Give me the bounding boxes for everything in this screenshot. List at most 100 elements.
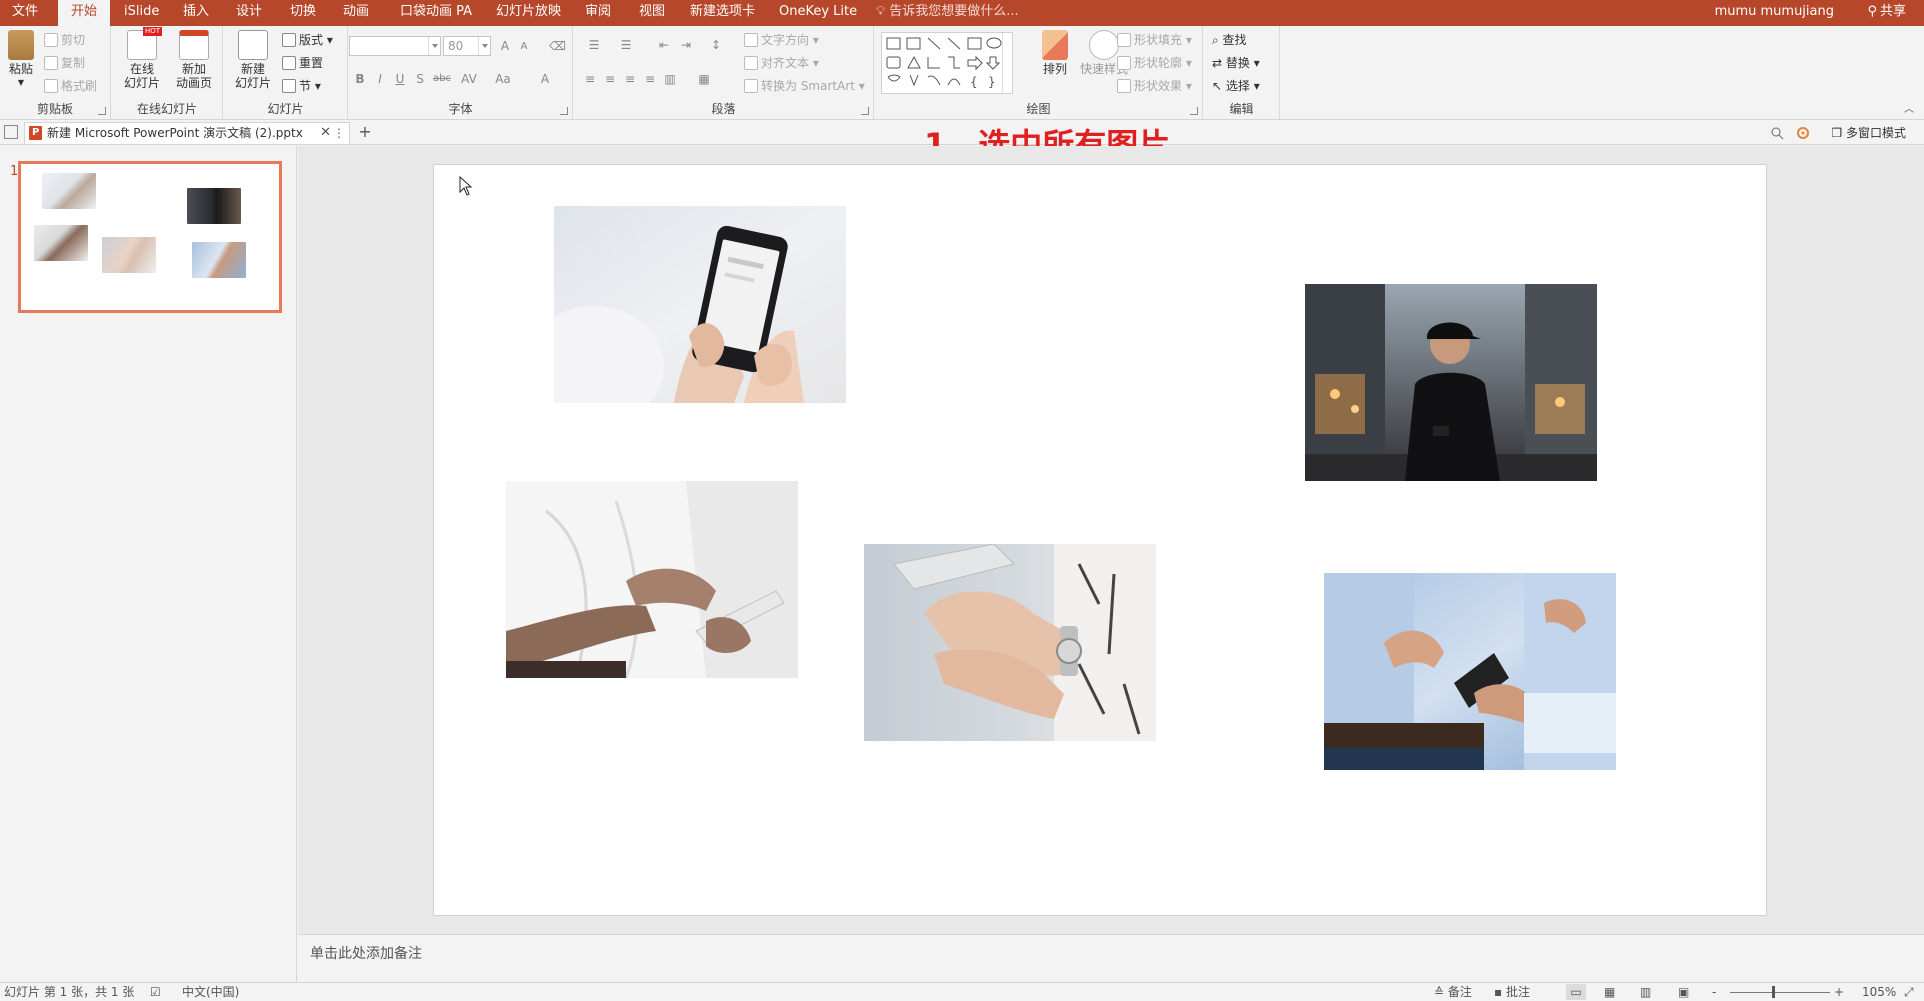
slide-image-1[interactable] (554, 206, 846, 403)
decrease-indent-icon[interactable]: ⇤ (654, 36, 674, 54)
new-animation-page-button[interactable]: 新加 动画页 (168, 30, 220, 90)
zoom-level[interactable]: 105% (1862, 984, 1896, 1000)
new-tab-button[interactable]: + (354, 122, 376, 144)
language-status[interactable]: 中文(中国) (182, 984, 239, 1000)
font-size-select[interactable]: 80 (443, 36, 491, 56)
lightbulb-icon: 💡︎ (876, 4, 886, 19)
slide-image-2[interactable] (1305, 284, 1597, 481)
font-name-select[interactable] (349, 36, 441, 56)
tab-onekey-lite[interactable]: OneKey Lite (779, 0, 857, 26)
tab-design[interactable]: 设计 (236, 0, 262, 26)
gallery-scroll[interactable] (1002, 33, 1012, 93)
tool-icon[interactable] (1770, 126, 1784, 140)
grow-font-button[interactable]: A (497, 37, 513, 55)
copy-button[interactable]: 复制 (44, 53, 85, 73)
bold-button[interactable]: B (353, 70, 367, 88)
align-text-button[interactable]: 对齐文本 ▾ (744, 53, 819, 73)
find-button[interactable]: ⌕ 查找 (1212, 30, 1247, 50)
gear-icon[interactable] (1796, 126, 1810, 140)
increase-indent-icon[interactable]: ⇥ (676, 36, 696, 54)
comments-toggle[interactable]: ▪ 批注 (1494, 984, 1530, 1000)
tab-home[interactable]: 开始 (58, 0, 110, 26)
tab-file[interactable]: 文件 (12, 0, 38, 26)
distribute-icon[interactable]: ▥ (662, 70, 678, 88)
numbering-icon[interactable]: ☰ (614, 36, 638, 54)
zoom-slider[interactable] (1730, 992, 1830, 993)
strikethrough-button[interactable]: abc (431, 70, 453, 88)
font-launcher-icon[interactable] (560, 107, 568, 115)
text-direction-button[interactable]: 文字方向 ▾ (744, 30, 819, 50)
tab-pocket-animation[interactable]: 口袋动画 PA (400, 0, 472, 26)
notes-placeholder: 单击此处添加备注 (310, 946, 422, 962)
share-button[interactable]: 共享 (1867, 0, 1906, 26)
clear-format-icon[interactable]: ⌫ (549, 37, 566, 55)
tab-insert[interactable]: 插入 (183, 0, 209, 26)
zoom-in-button[interactable]: + (1834, 984, 1844, 1000)
new-slide-button[interactable]: 新建 幻灯片 (228, 30, 278, 90)
shadow-button[interactable]: S (413, 70, 427, 88)
cut-button[interactable]: 剪切 (44, 30, 85, 50)
reset-button[interactable]: 重置 (282, 53, 323, 73)
user-name[interactable]: mumu mumujiang (1715, 0, 1834, 26)
notes-toggle[interactable]: ≙ 备注 (1434, 984, 1472, 1000)
more-icon[interactable]: ⋮ (333, 123, 345, 143)
tab-animations[interactable]: 动画 (343, 0, 369, 26)
slide-sorter-icon[interactable]: ▦ (1604, 984, 1615, 1000)
drawing-launcher-icon[interactable] (1190, 107, 1198, 115)
tab-transitions[interactable]: 切换 (290, 0, 316, 26)
shape-effects-button[interactable]: 形状效果 ▾ (1117, 76, 1192, 96)
collapse-ribbon-icon[interactable]: ︿ (1904, 100, 1914, 115)
tab-islide[interactable]: iSlide (124, 0, 159, 26)
zoom-out-button[interactable]: - (1712, 984, 1716, 1000)
arrange-button[interactable]: 排列 (1037, 30, 1073, 76)
slideshow-icon[interactable]: ▣ (1678, 984, 1689, 1000)
spellcheck-icon[interactable]: ☑ (150, 984, 161, 1000)
character-spacing-button[interactable]: AV (457, 70, 481, 88)
paragraph-launcher-icon[interactable] (861, 107, 869, 115)
clipboard-launcher-icon[interactable] (98, 107, 106, 115)
font-color-button[interactable]: A (537, 70, 553, 88)
tab-slideshow[interactable]: 幻灯片放映 (496, 0, 561, 26)
multi-window-mode-button[interactable]: 多窗口模式 (1831, 121, 1906, 145)
shape-outline-button[interactable]: 形状轮廓 ▾ (1117, 53, 1192, 73)
shrink-font-button[interactable]: A (517, 38, 531, 56)
justify-icon[interactable]: ≡ (642, 70, 658, 88)
select-button[interactable]: ↖ 选择 ▾ (1212, 76, 1260, 96)
document-tab[interactable]: 新建 Microsoft PowerPoint 演示文稿 (2).pptx ✕ … (24, 122, 350, 144)
align-center-icon[interactable]: ≡ (602, 70, 618, 88)
slide-image-4[interactable] (864, 544, 1156, 741)
ribbon: 粘贴 ▼ 剪切 复制 格式刷 剪贴板 HOT 在线 幻灯片 新加 动画页 在线幻… (0, 26, 1924, 120)
format-painter-button[interactable]: 格式刷 (44, 76, 97, 96)
replace-button[interactable]: ⇄ 替换 ▾ (1212, 53, 1260, 73)
tell-me-search[interactable]: 💡︎ 告诉我您想要做什么... (876, 0, 1019, 26)
zoom-slider-thumb[interactable] (1772, 986, 1775, 998)
change-case-button[interactable]: Aa (491, 70, 515, 88)
section-button[interactable]: 节 ▾ (282, 76, 321, 96)
tab-review[interactable]: 审阅 (585, 0, 611, 26)
slide-thumbnail[interactable] (18, 161, 282, 313)
line-spacing-icon[interactable]: ↕ (706, 36, 726, 54)
bullets-icon[interactable]: ☰ (582, 36, 606, 54)
slide-image-5[interactable] (1324, 573, 1616, 770)
align-left-icon[interactable]: ≡ (582, 70, 598, 88)
columns-icon[interactable]: ▦ (694, 70, 714, 88)
tab-view[interactable]: 视图 (639, 0, 665, 26)
fit-slide-icon[interactable]: ⤢ (1904, 984, 1914, 1000)
italic-button[interactable]: I (373, 70, 387, 88)
layout-button[interactable]: 版式 ▾ (282, 30, 333, 50)
shape-fill-button[interactable]: 形状填充 ▾ (1117, 30, 1192, 50)
close-icon[interactable]: ✕ (320, 123, 331, 143)
convert-smartart-button[interactable]: 转换为 SmartArt ▾ (744, 76, 865, 96)
align-right-icon[interactable]: ≡ (622, 70, 638, 88)
notes-pane[interactable]: 单击此处添加备注 (298, 934, 1924, 982)
paste-button[interactable]: 粘贴 ▼ (4, 30, 38, 90)
slide-image-3[interactable] (506, 481, 798, 678)
normal-view-icon[interactable]: ▭ (1566, 984, 1586, 1000)
sidebar-toggle-icon[interactable] (4, 125, 18, 139)
underline-button[interactable]: U (393, 70, 407, 88)
reading-view-icon[interactable]: ▥ (1640, 984, 1651, 1000)
tab-new-tab[interactable]: 新建选项卡 (690, 0, 755, 26)
online-slide-button[interactable]: HOT 在线 幻灯片 (116, 27, 168, 90)
slide-canvas[interactable] (433, 164, 1767, 916)
shapes-gallery[interactable]: { } (881, 32, 1013, 94)
